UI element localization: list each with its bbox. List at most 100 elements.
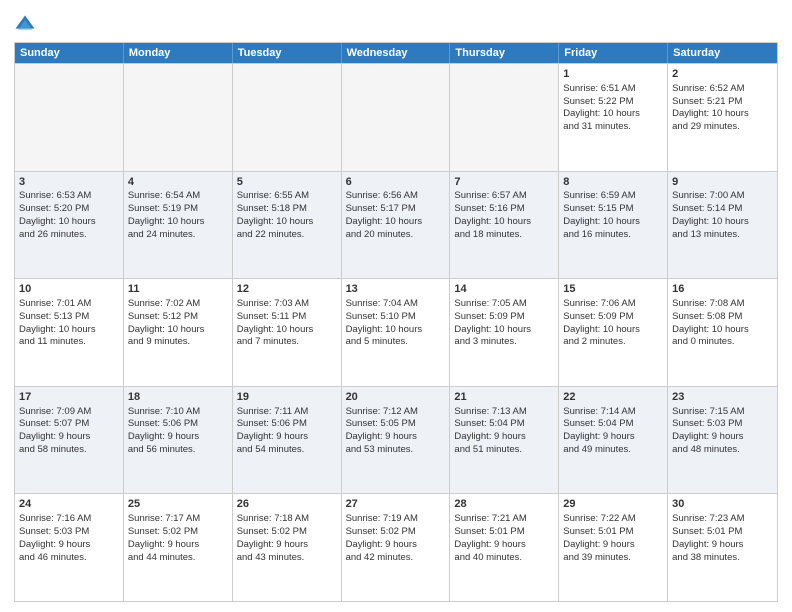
day-info: Sunset: 5:12 PM xyxy=(128,311,228,324)
day-info: and 13 minutes. xyxy=(672,229,773,242)
day-info: Daylight: 9 hours xyxy=(454,431,554,444)
day-info: Sunset: 5:06 PM xyxy=(128,418,228,431)
day-info: and 53 minutes. xyxy=(346,444,446,457)
day-cell-23: 23Sunrise: 7:15 AMSunset: 5:03 PMDayligh… xyxy=(668,387,777,494)
day-cell-22: 22Sunrise: 7:14 AMSunset: 5:04 PMDayligh… xyxy=(559,387,668,494)
calendar-row-2: 10Sunrise: 7:01 AMSunset: 5:13 PMDayligh… xyxy=(15,278,777,386)
day-info: and 38 minutes. xyxy=(672,552,773,565)
day-info: and 39 minutes. xyxy=(563,552,663,565)
day-info: Daylight: 10 hours xyxy=(672,324,773,337)
calendar-row-4: 24Sunrise: 7:16 AMSunset: 5:03 PMDayligh… xyxy=(15,493,777,601)
day-info: Sunset: 5:19 PM xyxy=(128,203,228,216)
day-info: Sunrise: 7:03 AM xyxy=(237,298,337,311)
header-cell-sunday: Sunday xyxy=(15,43,124,63)
day-info: Sunset: 5:01 PM xyxy=(454,526,554,539)
day-info: Sunset: 5:09 PM xyxy=(454,311,554,324)
day-info: and 20 minutes. xyxy=(346,229,446,242)
day-info: and 44 minutes. xyxy=(128,552,228,565)
day-info: Sunrise: 7:18 AM xyxy=(237,513,337,526)
day-info: Sunset: 5:03 PM xyxy=(19,526,119,539)
day-cell-26: 26Sunrise: 7:18 AMSunset: 5:02 PMDayligh… xyxy=(233,494,342,601)
day-info: and 31 minutes. xyxy=(563,121,663,134)
day-info: Sunset: 5:05 PM xyxy=(346,418,446,431)
day-info: and 26 minutes. xyxy=(19,229,119,242)
page: SundayMondayTuesdayWednesdayThursdayFrid… xyxy=(0,0,792,612)
day-info: and 9 minutes. xyxy=(128,336,228,349)
day-info: and 0 minutes. xyxy=(672,336,773,349)
day-cell-24: 24Sunrise: 7:16 AMSunset: 5:03 PMDayligh… xyxy=(15,494,124,601)
day-number: 20 xyxy=(346,390,446,405)
empty-cell xyxy=(450,64,559,171)
header xyxy=(14,10,778,36)
day-info: Sunset: 5:02 PM xyxy=(237,526,337,539)
day-number: 13 xyxy=(346,282,446,297)
day-info: and 43 minutes. xyxy=(237,552,337,565)
calendar-row-1: 3Sunrise: 6:53 AMSunset: 5:20 PMDaylight… xyxy=(15,171,777,279)
day-number: 29 xyxy=(563,497,663,512)
day-number: 5 xyxy=(237,175,337,190)
header-cell-tuesday: Tuesday xyxy=(233,43,342,63)
day-info: Sunrise: 7:12 AM xyxy=(346,406,446,419)
day-cell-25: 25Sunrise: 7:17 AMSunset: 5:02 PMDayligh… xyxy=(124,494,233,601)
day-info: Daylight: 10 hours xyxy=(672,216,773,229)
day-cell-29: 29Sunrise: 7:22 AMSunset: 5:01 PMDayligh… xyxy=(559,494,668,601)
day-cell-13: 13Sunrise: 7:04 AMSunset: 5:10 PMDayligh… xyxy=(342,279,451,386)
day-number: 3 xyxy=(19,175,119,190)
day-number: 6 xyxy=(346,175,446,190)
day-info: Sunset: 5:20 PM xyxy=(19,203,119,216)
day-info: Sunset: 5:14 PM xyxy=(672,203,773,216)
day-info: Sunrise: 7:10 AM xyxy=(128,406,228,419)
day-info: and 49 minutes. xyxy=(563,444,663,457)
day-info: Daylight: 9 hours xyxy=(672,539,773,552)
day-info: and 40 minutes. xyxy=(454,552,554,565)
day-cell-6: 6Sunrise: 6:56 AMSunset: 5:17 PMDaylight… xyxy=(342,172,451,279)
day-info: Sunrise: 7:05 AM xyxy=(454,298,554,311)
day-info: Daylight: 10 hours xyxy=(563,108,663,121)
day-info: Sunrise: 6:54 AM xyxy=(128,190,228,203)
header-cell-thursday: Thursday xyxy=(450,43,559,63)
day-info: Daylight: 9 hours xyxy=(237,431,337,444)
day-info: Daylight: 9 hours xyxy=(454,539,554,552)
day-number: 11 xyxy=(128,282,228,297)
day-cell-14: 14Sunrise: 7:05 AMSunset: 5:09 PMDayligh… xyxy=(450,279,559,386)
day-info: Daylight: 10 hours xyxy=(454,216,554,229)
day-info: and 42 minutes. xyxy=(346,552,446,565)
day-info: Daylight: 10 hours xyxy=(128,216,228,229)
logo-icon xyxy=(14,14,36,36)
day-cell-3: 3Sunrise: 6:53 AMSunset: 5:20 PMDaylight… xyxy=(15,172,124,279)
day-info: Sunrise: 7:14 AM xyxy=(563,406,663,419)
day-info: Sunset: 5:17 PM xyxy=(346,203,446,216)
day-info: Daylight: 9 hours xyxy=(19,539,119,552)
day-info: Daylight: 10 hours xyxy=(19,324,119,337)
day-number: 30 xyxy=(672,497,773,512)
day-info: and 22 minutes. xyxy=(237,229,337,242)
day-cell-10: 10Sunrise: 7:01 AMSunset: 5:13 PMDayligh… xyxy=(15,279,124,386)
day-info: Daylight: 10 hours xyxy=(454,324,554,337)
day-number: 16 xyxy=(672,282,773,297)
day-number: 26 xyxy=(237,497,337,512)
calendar-body: 1Sunrise: 6:51 AMSunset: 5:22 PMDaylight… xyxy=(15,63,777,601)
day-info: and 56 minutes. xyxy=(128,444,228,457)
day-info: Daylight: 9 hours xyxy=(128,431,228,444)
day-cell-21: 21Sunrise: 7:13 AMSunset: 5:04 PMDayligh… xyxy=(450,387,559,494)
day-info: Sunset: 5:02 PM xyxy=(346,526,446,539)
day-info: Sunset: 5:04 PM xyxy=(454,418,554,431)
day-info: Daylight: 10 hours xyxy=(563,324,663,337)
day-info: and 5 minutes. xyxy=(346,336,446,349)
day-info: Sunrise: 7:11 AM xyxy=(237,406,337,419)
day-number: 2 xyxy=(672,67,773,82)
day-cell-20: 20Sunrise: 7:12 AMSunset: 5:05 PMDayligh… xyxy=(342,387,451,494)
day-info: Sunset: 5:02 PM xyxy=(128,526,228,539)
day-number: 7 xyxy=(454,175,554,190)
day-number: 19 xyxy=(237,390,337,405)
day-info: Daylight: 10 hours xyxy=(128,324,228,337)
day-cell-18: 18Sunrise: 7:10 AMSunset: 5:06 PMDayligh… xyxy=(124,387,233,494)
day-info: Daylight: 10 hours xyxy=(346,324,446,337)
day-info: Daylight: 9 hours xyxy=(128,539,228,552)
day-info: Daylight: 9 hours xyxy=(346,431,446,444)
day-cell-2: 2Sunrise: 6:52 AMSunset: 5:21 PMDaylight… xyxy=(668,64,777,171)
day-info: Sunrise: 7:16 AM xyxy=(19,513,119,526)
day-info: Sunset: 5:09 PM xyxy=(563,311,663,324)
day-info: Daylight: 10 hours xyxy=(672,108,773,121)
day-info: Sunrise: 7:04 AM xyxy=(346,298,446,311)
